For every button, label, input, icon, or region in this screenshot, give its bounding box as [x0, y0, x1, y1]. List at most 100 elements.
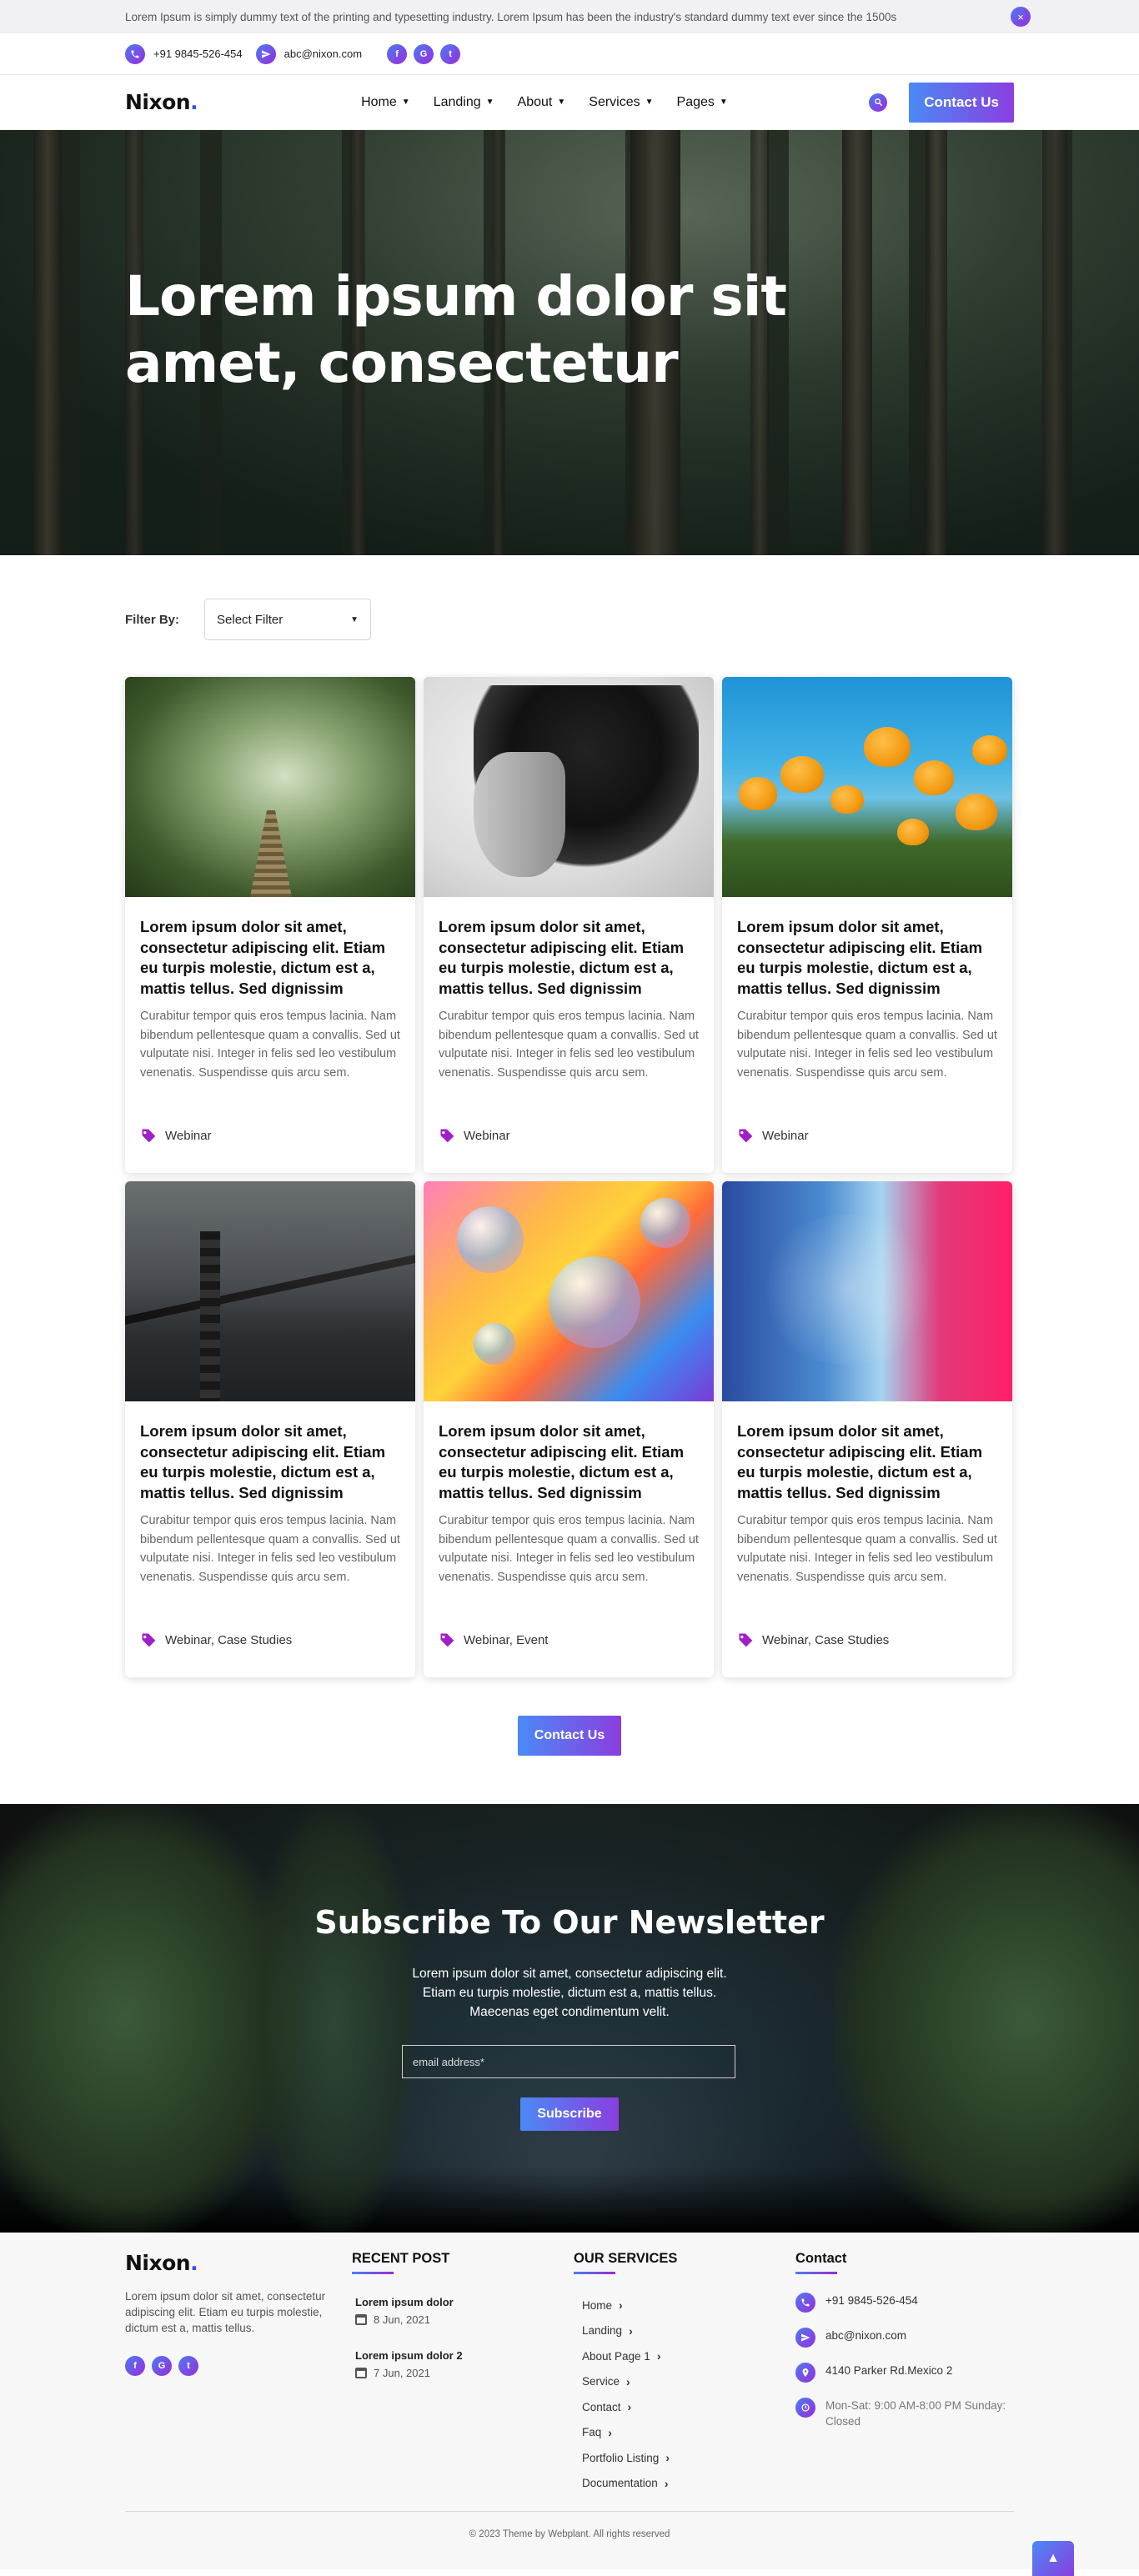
service-link-label: About Page 1 — [582, 2349, 650, 2363]
recent-post[interactable]: Lorem ipsum dolor 2 7 Jun, 2021 — [352, 2349, 574, 2379]
twitter-icon[interactable]: t — [440, 43, 461, 64]
email-text: abc@nixon.com — [283, 48, 363, 60]
footer-logo[interactable]: Nixon. — [125, 2251, 352, 2275]
card-title[interactable]: Lorem ipsum dolor sit amet, consectetur … — [737, 917, 997, 999]
twitter-icon[interactable]: t — [178, 2356, 198, 2376]
tag-label[interactable]: Webinar, Event — [464, 1633, 548, 1647]
card[interactable]: Lorem ipsum dolor sit amet, consectetur … — [424, 1181, 714, 1677]
card[interactable]: Lorem ipsum dolor sit amet, consectetur … — [722, 1181, 1012, 1677]
nav-item-services[interactable]: Services ▼ — [589, 95, 653, 110]
subscribe-button[interactable]: Subscribe — [520, 2097, 619, 2131]
filter-selected-value: Select Filter — [217, 612, 283, 627]
recent-post[interactable]: Lorem ipsum dolor 8 Jun, 2021 — [352, 2296, 574, 2326]
logo-text: Nixon — [125, 2251, 191, 2275]
logo-dot: . — [190, 2251, 198, 2275]
nav-item-pages[interactable]: Pages ▼ — [677, 95, 728, 110]
service-link[interactable]: Home › — [582, 2293, 795, 2318]
card[interactable]: Lorem ipsum dolor sit amet, consectetur … — [722, 677, 1012, 1173]
chevron-right-icon: › — [656, 2349, 661, 2363]
card[interactable]: Lorem ipsum dolor sit amet, consectetur … — [125, 677, 415, 1173]
hero-title: Lorem ipsum dolor sit amet, consectetur — [125, 264, 787, 395]
card-text: Curabitur tempor quis eros tempus lacini… — [737, 1010, 997, 1080]
tag-icon — [738, 1633, 753, 1647]
card-grid: Lorem ipsum dolor sit amet, consectetur … — [125, 677, 1014, 1677]
send-icon — [255, 43, 276, 64]
phone-contact[interactable]: +91 9845-526-454 — [125, 43, 243, 64]
card-tags: Webinar — [140, 1127, 212, 1144]
card-title[interactable]: Lorem ipsum dolor sit amet, consectetur … — [140, 1421, 400, 1503]
footer-about: Nixon. Lorem ipsum dolor sit amet, conse… — [125, 2251, 352, 2496]
chevron-right-icon: › — [665, 2451, 670, 2465]
card[interactable]: Lorem ipsum dolor sit amet, consectetur … — [424, 677, 714, 1173]
card-title[interactable]: Lorem ipsum dolor sit amet, consectetur … — [737, 1421, 997, 1503]
logo[interactable]: Nixon. — [125, 90, 198, 114]
back-to-top-button[interactable]: ▲ — [1032, 2541, 1074, 2576]
search-icon[interactable] — [869, 93, 888, 112]
nav-item-landing[interactable]: Landing ▼ — [434, 95, 494, 110]
tag-label[interactable]: Webinar — [762, 1129, 809, 1143]
google-icon[interactable]: G — [414, 43, 434, 64]
logo-dot: . — [190, 90, 198, 114]
filter-bar: Filter By: Select Filter ▼ — [0, 555, 1139, 677]
contact-email-text: abc@nixon.com — [825, 2329, 906, 2342]
chevron-down-icon: ▼ — [401, 98, 410, 107]
nav-item-label: About — [517, 94, 553, 109]
post-title[interactable]: Lorem ipsum dolor — [355, 2296, 574, 2308]
filter-label: Filter By: — [125, 612, 180, 627]
service-link[interactable]: Faq › — [582, 2420, 795, 2446]
contact-phone-text: +91 9845-526-454 — [825, 2294, 918, 2307]
card[interactable]: Lorem ipsum dolor sit amet, consectetur … — [125, 1181, 415, 1677]
service-link[interactable]: About Page 1 › — [582, 2343, 795, 2369]
service-link-label: Faq — [582, 2426, 602, 2439]
close-icon[interactable]: × — [1011, 7, 1031, 27]
card-image — [424, 1181, 714, 1401]
service-link-label: Landing — [582, 2324, 623, 2338]
facebook-icon[interactable]: f — [125, 2356, 145, 2376]
newsletter-text: Lorem ipsum dolor sit amet, consectetur … — [412, 1967, 727, 2019]
chevron-right-icon: › — [627, 2400, 632, 2414]
newsletter-title: Subscribe To Our Newsletter — [314, 1904, 825, 1941]
facebook-icon[interactable]: f — [387, 43, 408, 64]
nav-item-home[interactable]: Home ▼ — [361, 95, 410, 110]
google-icon[interactable]: G — [152, 2356, 172, 2376]
service-link[interactable]: Landing › — [582, 2318, 795, 2344]
card-text: Curabitur tempor quis eros tempus lacini… — [439, 1514, 699, 1584]
email-field[interactable]: email address* — [402, 2045, 735, 2078]
email-contact[interactable]: abc@nixon.com — [255, 43, 363, 64]
chevron-down-icon: ▼ — [350, 614, 359, 624]
map-pin-icon — [795, 2363, 815, 2383]
tag-label[interactable]: Webinar — [464, 1129, 510, 1143]
phone-text: +91 9845-526-454 — [153, 48, 243, 60]
hero-banner: Lorem ipsum dolor sit amet, consectetur — [0, 130, 1139, 555]
service-link-label: Service — [582, 2375, 620, 2388]
contact-email[interactable]: abc@nixon.com — [795, 2328, 1014, 2348]
contact-us-button[interactable]: Contact Us — [909, 82, 1014, 123]
clock-icon — [795, 2398, 815, 2418]
tag-icon — [141, 1633, 156, 1647]
tag-icon — [439, 1129, 454, 1143]
contact-phone[interactable]: +91 9845-526-454 — [795, 2293, 1014, 2313]
card-text: Curabitur tempor quis eros tempus lacini… — [737, 1514, 997, 1584]
tag-label[interactable]: Webinar, Case Studies — [165, 1633, 292, 1647]
contact-us-button[interactable]: Contact Us — [518, 1716, 621, 1756]
tag-label[interactable]: Webinar, Case Studies — [762, 1633, 889, 1647]
chevron-right-icon: › — [629, 2323, 633, 2338]
nav-item-about[interactable]: About ▼ — [518, 95, 566, 110]
card-title[interactable]: Lorem ipsum dolor sit amet, consectetur … — [439, 1421, 699, 1503]
filter-select[interactable]: Select Filter ▼ — [204, 599, 372, 640]
service-link[interactable]: Contact › — [582, 2394, 795, 2420]
contact-bar: +91 9845-526-454 abc@nixon.com f G t — [0, 33, 1139, 75]
send-icon — [795, 2328, 815, 2348]
card-title[interactable]: Lorem ipsum dolor sit amet, consectetur … — [439, 917, 699, 999]
card-tags: Webinar, Event — [439, 1631, 548, 1648]
service-link[interactable]: Portfolio Listing › — [582, 2445, 795, 2471]
service-link[interactable]: Documentation › — [582, 2471, 795, 2497]
announcement-text: Lorem Ipsum is simply dummy text of the … — [125, 10, 897, 23]
chevron-right-icon: › — [664, 2476, 669, 2490]
tag-label[interactable]: Webinar — [165, 1129, 212, 1143]
post-title[interactable]: Lorem ipsum dolor 2 — [355, 2349, 574, 2362]
service-link[interactable]: Service › — [582, 2369, 795, 2395]
chevron-down-icon: ▼ — [557, 98, 566, 107]
service-link-label: Portfolio Listing — [582, 2451, 660, 2464]
card-title[interactable]: Lorem ipsum dolor sit amet, consectetur … — [140, 917, 400, 999]
